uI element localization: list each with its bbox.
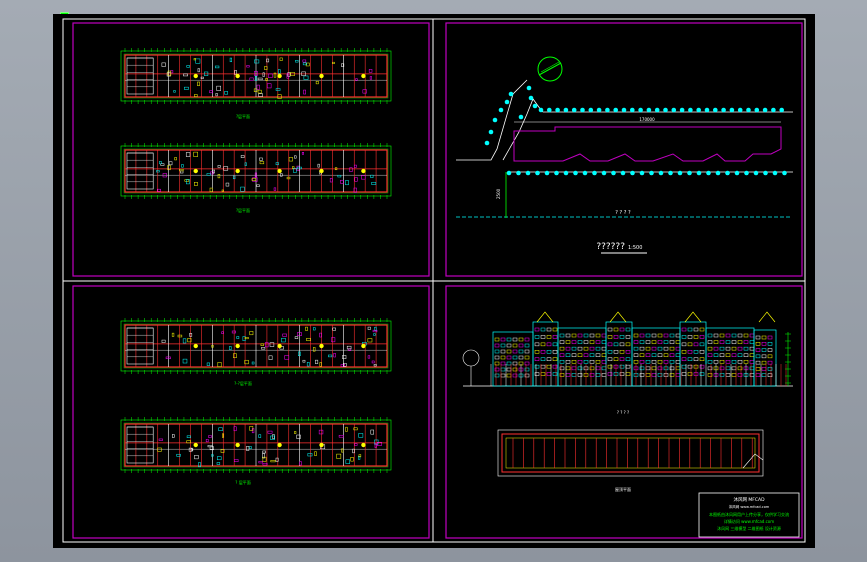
panel-border-floorplans-bottom [72,285,430,539]
floor-plan-4[interactable] [120,417,392,473]
roof-label: 屋顶平面 [615,486,631,492]
floor-plan-3[interactable] [120,318,392,374]
south-elevation[interactable] [462,311,793,387]
cad-viewport[interactable]: ?层平面 ?层平面 ?-?层平面 ? 层平面 2500 170000 ? ? ?… [0,0,867,562]
title-block-row4: 详情访问 www.mfcad.com [724,518,774,524]
plan-label-2: ?层平面 [236,207,250,213]
drawing-sheet[interactable]: ?层平面 ?层平面 ?-?层平面 ? 层平面 2500 170000 ? ? ?… [53,14,815,548]
north-arrow-icon [537,56,563,82]
elevation-label: ? ? ? ? [617,410,629,415]
panel-border-site [445,22,803,277]
site-plan[interactable]: 2500 170000 ? ? ? ? ?????? 1:500 [456,56,793,254]
roof-plan[interactable] [497,429,764,477]
title-block-row1: 沐风网 MFCAD [733,496,765,503]
site-side-dimension: 2500 [496,188,501,199]
drawing-canvas: ?层平面 ?层平面 ?-?层平面 ? 层平面 2500 170000 ? ? ?… [62,18,806,543]
plan-label-3: ?-?层平面 [234,380,252,386]
plan-label-1: ?层平面 [236,113,250,119]
floor-plan-2[interactable] [120,143,392,199]
title-block-row2: 沐风网 www.mfcad.com [729,504,770,509]
site-scale: 1:500 [628,245,642,251]
plan-label-4: ? 层平面 [235,479,250,485]
site-title: ?????? [596,242,625,252]
site-dimension: 170000 [639,117,655,122]
floor-plan-1[interactable] [120,48,392,104]
title-block-row3: 本图纸由沐风网用户上传分享，仅供学习交流 [709,511,789,517]
title-block[interactable]: 沐风网 MFCAD 沐风网 www.mfcad.com 本图纸由沐风网用户上传分… [698,492,800,538]
title-block-row5: 沐风网 三维模型 二维图纸 设计资源 [717,525,781,531]
site-note: ? ? ? ? [615,210,631,216]
